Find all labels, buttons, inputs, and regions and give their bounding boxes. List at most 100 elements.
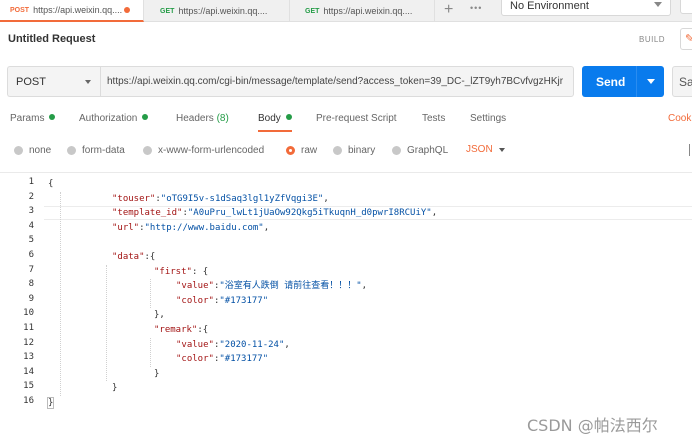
body-type-raw[interactable]: raw [286,141,317,159]
save-button[interactable]: Sa [672,66,692,97]
json-punctuation: { [48,179,54,189]
radio-icon [143,145,152,155]
code-line[interactable]: "touser":"oTG9I5v-s1dSaq3lgl1yZfVqgi3E", [112,192,329,206]
tab-authorization-label: Authorization [79,113,138,124]
line-number: 1 [28,177,34,187]
option-label: binary [348,144,376,156]
json-string: "2020-11-24" [219,339,285,350]
tab-label: https://api.weixin.qq.... [33,5,123,15]
tab-authorization[interactable]: Authorization [79,110,149,132]
tab-params-label: Params [10,113,45,124]
code-line[interactable]: "first": { [154,265,208,279]
body-type-graphql[interactable]: GraphQL [392,141,448,159]
request-tab-2[interactable]: GET https://api.weixin.qq.... [150,0,290,22]
headers-count: (8) [216,113,229,124]
line-number: 7 [28,264,34,275]
code-line[interactable]: } [46,396,55,410]
raw-format-select[interactable]: JSON [466,141,493,159]
json-key: "data" [112,252,145,262]
line-number: 6 [28,250,34,260]
send-button[interactable]: Send [582,66,664,97]
json-key: "remark" [154,325,198,335]
unsaved-dot-icon [124,7,131,13]
tab-body[interactable]: Body [258,110,292,132]
option-label: raw [301,144,318,156]
code-line[interactable]: "value":"2020-11-24", [176,338,290,352]
body-type-binary[interactable]: binary [333,141,375,159]
method-select[interactable]: POST [7,66,100,97]
code-line[interactable]: } [154,367,159,381]
json-string: "oTG9I5v-s1dSaq3lgl1yZfVqgi3E" [160,193,324,204]
line-number: 3 [28,206,34,217]
code-area[interactable]: { "touser":"oTG9I5v-s1dSaq3lgl1yZfVqgi3E"… [44,173,692,441]
body-type-urlencoded[interactable]: x-www-form-urlencoded [143,141,264,159]
request-tab-1[interactable]: POST https://api.weixin.qq.... [0,0,144,22]
radio-icon [392,145,401,155]
line-number: 12 [23,337,34,348]
code-line[interactable]: "color":"#173177" [176,294,268,308]
json-punctuation: , [361,281,368,292]
edit-button[interactable]: ✎ [680,28,692,50]
tab-headers[interactable]: Headers (8) [176,110,229,132]
send-divider [636,66,637,97]
divider [689,144,690,156]
status-dot-icon [49,114,56,120]
chevron-down-icon[interactable] [499,148,505,152]
code-line[interactable]: "color":"#173177" [176,352,268,366]
send-label: Send [596,74,626,89]
code-line[interactable]: }, [154,308,165,322]
cookies-link[interactable]: Cook [668,110,691,128]
radio-selected-icon [286,145,295,155]
status-dot-icon [142,114,149,120]
indent-guide [106,264,107,382]
line-number: 8 [28,279,34,290]
body-type-form-data[interactable]: form-data [67,141,125,159]
chevron-down-icon[interactable] [647,79,655,84]
code-line[interactable]: "template_id":"A0uPru_lwLt1jUaOw92Qkg5iT… [112,206,437,220]
code-line[interactable]: "data":{ [112,250,155,264]
json-key: "color" [176,295,214,306]
tab-prerequest-script[interactable]: Pre-request Script [316,110,397,132]
tab-method: GET [305,7,320,15]
body-type-none[interactable]: none [14,141,51,159]
tab-method: GET [160,7,175,15]
option-label: form-data [82,144,125,156]
tab-params[interactable]: Params [10,110,56,132]
json-key: "first" [154,266,192,277]
json-punctuation: , [263,222,270,233]
chevron-down-icon [85,80,91,84]
line-number: 9 [28,293,34,304]
json-key: "color" [176,354,214,365]
request-title[interactable]: Untitled Request [8,33,95,45]
json-string: "浴室有人跌倒 请前往查看！！！" [219,281,362,292]
pencil-icon: ✎ [685,33,692,45]
tab-label: https://api.weixin.qq.... [178,6,268,16]
option-label: x-www-form-urlencoded [158,144,265,156]
code-line[interactable]: { [48,177,53,191]
build-mode-label[interactable]: BUILD [639,35,665,44]
new-tab-plus-icon[interactable]: + [444,2,453,18]
json-punctuation: , [431,208,438,219]
json-punctuation: } [154,368,160,379]
code-line[interactable]: "url":"http://www.baidu.com", [112,221,269,235]
body-editor[interactable]: 1 2 3 4 5 6 7 8 9 10 11 12 13 14 15 16 {"touser":"oTG9I… [0,172,692,441]
environment-select[interactable]: No Environment [501,0,671,16]
json-string: "http://www.baidu.com" [144,222,264,233]
environment-label: No Environment [510,0,589,12]
json-string: "A0uPru_lwLt1jUaOw92Qkg5iTkuqnH_d0pwrI8R… [187,208,432,219]
request-tab-bar: POST https://api.weixin.qq.... GET https… [0,0,692,22]
radio-icon [67,145,76,155]
code-line[interactable]: } [112,381,117,395]
option-label: GraphQL [407,144,449,156]
request-tab-3[interactable]: GET https://api.weixin.qq.... [295,0,435,22]
option-label: none [29,144,52,156]
watermark: CSDN @帕法西尔 [527,416,658,435]
code-line[interactable]: "value":"浴室有人跌倒 请前往查看！！！", [176,279,367,293]
url-input[interactable]: https://api.weixin.qq.com/cgi-bin/messag… [100,66,574,97]
chevron-down-icon [654,2,662,7]
more-tabs-icon[interactable]: ••• [470,3,482,13]
tab-tests[interactable]: Tests [422,110,445,132]
tab-settings[interactable]: Settings [470,110,506,132]
code-line[interactable]: "remark":{ [154,323,208,337]
eye-icon[interactable] [680,0,692,14]
